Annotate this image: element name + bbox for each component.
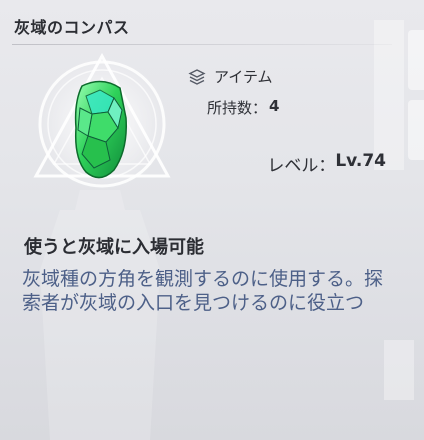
side-panel-edge <box>408 30 424 90</box>
item-category: アイテム <box>214 68 273 86</box>
description-title: 使うと灰域に入場可能 <box>24 237 204 258</box>
level-label: レベル： <box>267 156 336 176</box>
item-category-row: アイテム <box>188 66 273 87</box>
background-silhouette <box>40 190 160 440</box>
owned-label: 所持数： <box>207 99 268 117</box>
level-value: Lv.74 <box>335 151 386 171</box>
layers-icon <box>188 68 206 85</box>
owned-count-row: 所持数： 4 <box>207 97 279 118</box>
level-row: レベル： Lv.74 <box>267 151 386 176</box>
owned-count: 4 <box>269 97 280 115</box>
compass-item-icon <box>33 52 171 190</box>
side-panel-edge <box>408 100 424 160</box>
description-body: 灰域種の方角を観測するのに使用する。探索者が灰域の入口を見つけるのに役立つ <box>22 268 384 314</box>
item-name: 灰域のコンパス <box>14 18 130 37</box>
